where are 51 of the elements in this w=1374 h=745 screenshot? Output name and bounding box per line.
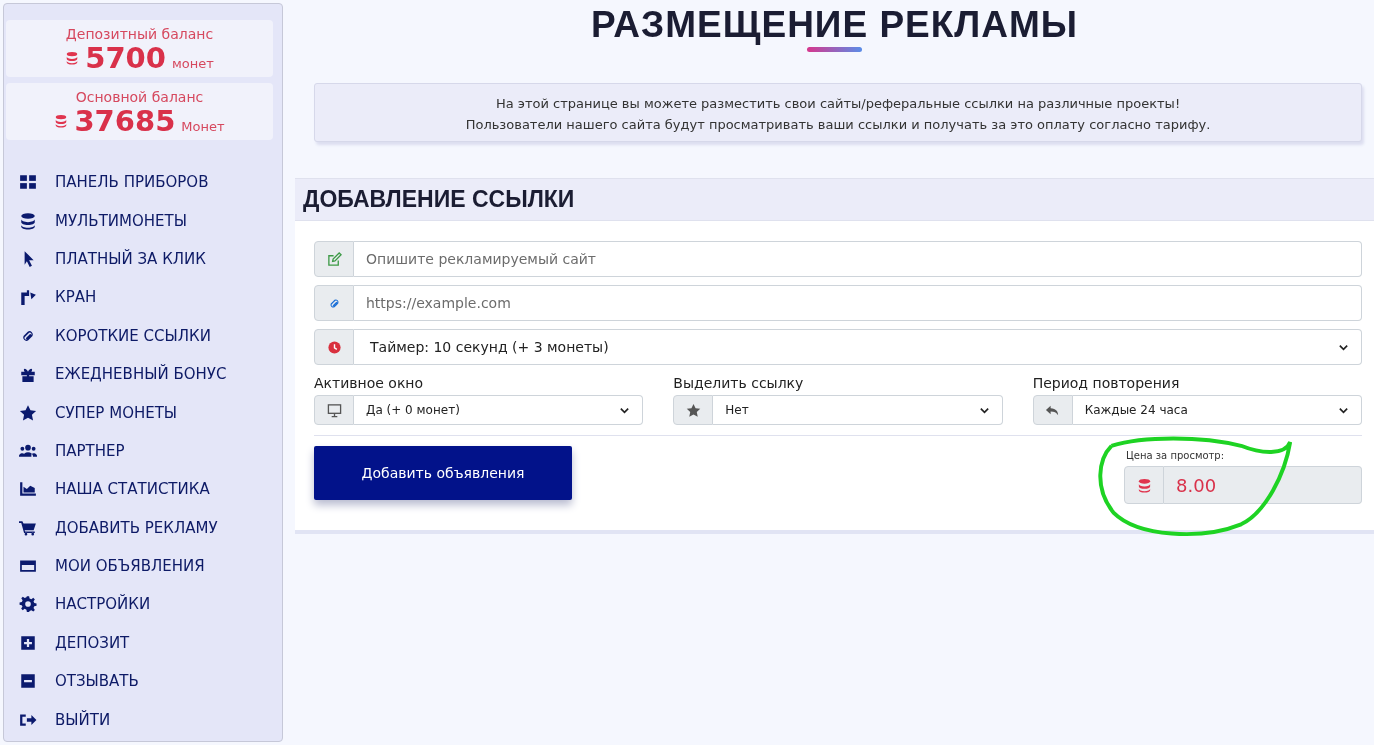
star-icon: [685, 402, 701, 418]
option-label: Выделить ссылку: [673, 375, 805, 391]
card-title: ДОБАВЛЕНИЕ ССЫЛКИ: [303, 185, 576, 214]
option-select[interactable]: Каждые 24 часа: [1072, 395, 1362, 425]
monitor-icon: [326, 402, 342, 418]
info-text: Пользователи нашего сайта будут просматривать ваши ссылки и получать за это оплату согласно тарифу.: [464, 116, 1212, 134]
cart-icon: [19, 518, 37, 537]
balance-label: Депозитный баланс: [65, 26, 214, 42]
grid-icon: [19, 173, 37, 192]
sidebar-item[interactable]: НАША СТАТИСТИКА: [6, 470, 273, 509]
edit-icon: [326, 251, 342, 267]
timer-select[interactable]: Таймер: 10 секунд (+ 3 монеты): [354, 329, 1362, 365]
url-input[interactable]: https://example.com: [354, 285, 1362, 321]
info-text: На этой странице вы можете разместить свои сайты/реферальные ссылки на различные проекты!: [494, 95, 1182, 113]
sidebar-item[interactable]: ДЕПОЗИТ: [6, 623, 273, 663]
sidebar-item[interactable]: ОТЗЫВАТЬ: [6, 662, 273, 701]
gear-icon: [19, 595, 37, 614]
balance-amount: 5700: [85, 42, 166, 74]
description-input[interactable]: Опишите рекламируемый сайт: [354, 241, 1362, 277]
add-ad-button[interactable]: Добавить объявления: [314, 446, 572, 500]
title-underline: [807, 47, 862, 52]
balance-label: Основной баланс: [75, 89, 204, 105]
option-label: Активное окно: [314, 375, 425, 391]
sidebar-item[interactable]: ЕЖЕДНЕВНЫЙ БОНУС: [6, 354, 273, 394]
star-icon: [19, 403, 37, 422]
sidebar-item[interactable]: ПАРТНЕР: [6, 431, 273, 471]
sidebar-item[interactable]: КОРОТКИЕ ССЫЛКИ: [6, 316, 273, 355]
coins-stack-icon: [1136, 477, 1152, 493]
page-title: РАЗМЕЩЕНИЕ РЕКЛАМЫ: [590, 4, 1079, 46]
sidebar-item[interactable]: КРАН: [6, 278, 273, 317]
sidebar-item[interactable]: МОИ ОБЪЯВЛЕНИЯ: [6, 546, 273, 586]
price-field[interactable]: 8.00: [1164, 466, 1362, 504]
option-select[interactable]: Да (+ 0 монет): [354, 395, 644, 425]
balance-unit: монет: [171, 56, 214, 71]
clock-icon: [326, 339, 342, 355]
price-label: Цена за просмотр:: [1125, 450, 1226, 461]
sidebar-item[interactable]: СУПЕР МОНЕТЫ: [6, 393, 273, 432]
sidebar-item[interactable]: ПАНЕЛЬ ПРИБОРОВ: [6, 163, 273, 202]
sidebar-item[interactable]: ВЫЙТИ: [6, 700, 273, 739]
option-label: Период повторения: [1032, 375, 1181, 391]
sidebar-item[interactable]: МУЛЬТИМОНЕТЫ: [6, 201, 273, 240]
coins-stack-icon: [19, 211, 37, 230]
area-chart-icon: [19, 480, 37, 499]
sidebar-item[interactable]: НАСТРОЙКИ: [6, 585, 273, 624]
balance-unit: Монет: [181, 119, 225, 134]
coins-stack-icon: [65, 51, 80, 65]
sidebar-item[interactable]: ДОБАВИТЬ РЕКЛАМУ: [6, 508, 273, 547]
option-select[interactable]: Нет: [713, 395, 1003, 425]
sidebar-item[interactable]: ПЛАТНЫЙ ЗА КЛИК: [6, 239, 273, 279]
coins-stack-icon: [54, 114, 69, 128]
balance-amount: 37685: [74, 105, 176, 137]
